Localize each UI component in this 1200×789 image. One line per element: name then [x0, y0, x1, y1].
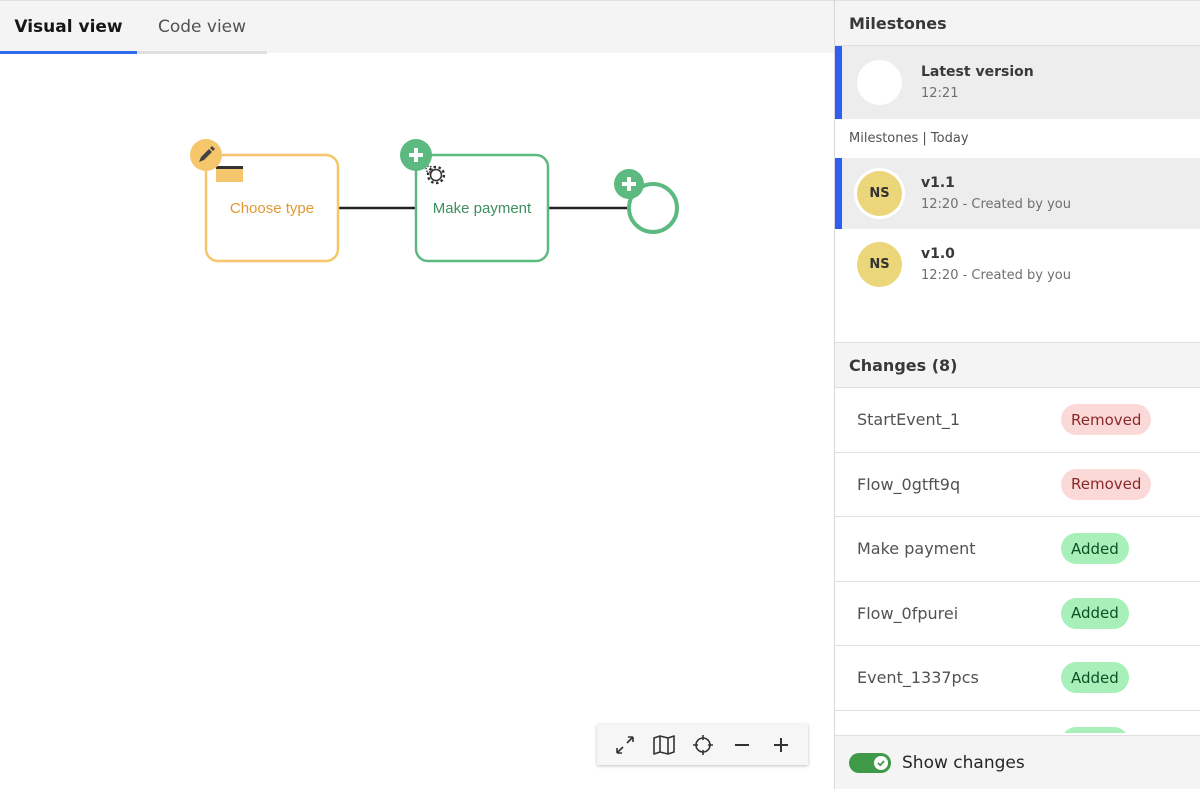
milestone-item[interactable]: NS v1.1 12:20 - Created by you [835, 158, 1200, 229]
map-icon [652, 734, 675, 755]
app: Visual view Code view Choose type Make p… [0, 0, 1200, 789]
diagram-canvas[interactable]: Choose type Make payment [0, 53, 834, 789]
milestones-header: Milestones [835, 0, 1200, 46]
change-row[interactable]: Added [835, 711, 1200, 733]
plus-icon [773, 737, 788, 752]
change-element-name: StartEvent_1 [857, 410, 961, 430]
minimap-button[interactable] [649, 730, 679, 760]
avatar: NS [857, 242, 902, 287]
change-element-name: Event_1337pcs [857, 668, 979, 688]
task-label: Make payment [433, 200, 532, 217]
manual-task-icon [216, 166, 243, 182]
toggle-knob [874, 755, 888, 770]
milestone-title: v1.0 [921, 246, 955, 262]
tab-visual-view[interactable]: Visual view [0, 1, 137, 54]
change-element-name: Make payment [857, 539, 976, 559]
change-row[interactable]: Make payment Added [835, 517, 1200, 582]
avatar [857, 60, 902, 105]
status-badge-added: Added [1061, 597, 1129, 629]
milestone-time: 12:21 [921, 86, 959, 101]
task-label: Choose type [230, 200, 314, 217]
task-choose-type[interactable]: Choose type [190, 139, 340, 263]
expand-icon [615, 735, 634, 754]
changes-header: Changes (8) [835, 342, 1200, 388]
status-badge-added: Added [1061, 533, 1129, 565]
bpmn-diagram: Choose type Make payment [190, 139, 679, 263]
change-element-name: Flow_0gtft9q [857, 474, 961, 494]
changes-footer: Show changes [835, 735, 1200, 789]
change-row[interactable]: StartEvent_1 Removed [835, 388, 1200, 453]
milestone-item[interactable]: NS v1.0 12:20 - Created by you [835, 229, 1200, 300]
view-tabs: Visual view Code view [0, 0, 834, 54]
tab-label: Visual view [14, 17, 123, 37]
fullscreen-button[interactable] [610, 730, 640, 760]
change-row[interactable]: Flow_0gtft9q Removed [835, 453, 1200, 517]
changes-list[interactable]: StartEvent_1 Removed Flow_0gtft9q Remove… [835, 388, 1200, 733]
plus-badge-icon [614, 169, 644, 199]
zoom-out-button[interactable] [727, 730, 757, 760]
tab-code-view[interactable]: Code view [137, 1, 267, 54]
center-button[interactable] [688, 730, 718, 760]
tab-label: Code view [157, 17, 247, 37]
status-badge-removed: Removed [1061, 404, 1152, 436]
history-panel: Milestones Latest version 12:21 Mileston… [834, 0, 1200, 789]
plus-badge-icon [400, 139, 432, 171]
show-changes-label: Show changes [902, 752, 1025, 773]
change-row[interactable]: Event_1337pcs Added [835, 646, 1200, 711]
end-event[interactable] [614, 169, 679, 234]
status-badge-added: Added [1061, 662, 1129, 694]
crosshair-icon [692, 734, 713, 755]
checkmark-icon [877, 759, 885, 767]
canvas-toolbar [597, 724, 808, 765]
milestones-group-label: Milestones | Today [849, 131, 969, 146]
change-row[interactable]: Flow_0fpurei Added [835, 582, 1200, 646]
milestone-subtitle: 12:20 - Created by you [921, 268, 1071, 283]
milestone-subtitle: 12:20 - Created by you [921, 197, 1071, 212]
status-badge-added: Added [1061, 726, 1129, 733]
zoom-in-button[interactable] [766, 730, 796, 760]
pencil-icon [190, 139, 222, 171]
show-changes-toggle[interactable] [849, 752, 891, 773]
milestone-latest-version[interactable]: Latest version 12:21 [835, 46, 1200, 119]
milestone-title: Latest version [921, 64, 1034, 80]
diagram-editor: Visual view Code view Choose type Make p… [0, 0, 834, 789]
minus-icon [734, 743, 749, 746]
status-badge-removed: Removed [1061, 468, 1152, 500]
milestone-title: v1.1 [921, 175, 955, 191]
change-element-name: Flow_0fpurei [857, 603, 959, 623]
avatar: NS [857, 171, 902, 216]
task-make-payment[interactable]: Make payment [400, 139, 550, 263]
